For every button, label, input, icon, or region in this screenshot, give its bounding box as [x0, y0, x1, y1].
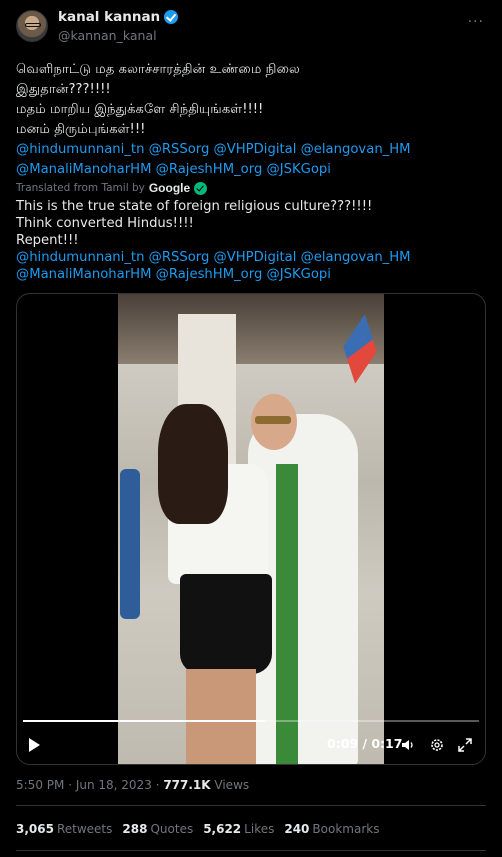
- likes-label: Likes: [244, 822, 275, 836]
- tweet-meta: 5:50 PM · Jun 18, 2023 · 777.1K Views: [16, 778, 249, 792]
- video-progress-fill: [23, 720, 265, 722]
- bookmarks-stat[interactable]: 240 Bookmarks: [284, 822, 379, 836]
- mentions-line[interactable]: @hindumunnani_tn @RSSorg @VHPDigital @el…: [16, 249, 486, 266]
- tweet-line: மனம் திரும்புங்கள்!!!: [16, 122, 146, 137]
- video-scene-dancer-hair: [158, 404, 228, 524]
- verified-badge-icon: [164, 10, 179, 24]
- quotes-stat[interactable]: 288 Quotes: [122, 822, 193, 836]
- retweets-label: Retweets: [56, 822, 113, 836]
- play-icon[interactable]: [29, 738, 40, 752]
- retweets-stat[interactable]: 3,065 Retweets: [16, 822, 112, 836]
- video-frame[interactable]: [118, 294, 384, 764]
- video-scene-background-person: [120, 469, 140, 619]
- views-label: Views: [214, 778, 250, 792]
- bookmarks-count: 240: [284, 822, 310, 836]
- translated-line: This is the true state of foreign religi…: [16, 199, 373, 214]
- engagement-stats: 3,065 Retweets 288 Quotes 5,622 Likes 240 Bo…: [16, 822, 379, 836]
- bookmarks-label: Bookmarks: [312, 822, 380, 836]
- views-count: 777.1K: [163, 778, 211, 792]
- video-scene-stole: [276, 464, 298, 764]
- divider: [16, 805, 486, 806]
- video-scene-priest-glasses: [255, 416, 291, 424]
- more-options-icon[interactable]: ···: [468, 14, 484, 30]
- tweet-header: kanal kannan @kannan_kanal ···: [16, 8, 486, 48]
- tweet-line: மதம் மாறிய இந்துக்களே சிந்தியுங்கள்!!!!: [16, 102, 264, 117]
- likes-count: 5,622: [203, 822, 242, 836]
- settings-gear-icon[interactable]: [430, 738, 444, 752]
- divider: [16, 850, 486, 851]
- google-logo: Google: [148, 181, 191, 195]
- tweet-time[interactable]: 5:50 PM: [16, 778, 64, 792]
- tweet-line: இதுதான்???!!!!: [16, 82, 111, 97]
- quotes-count: 288: [122, 822, 148, 836]
- translated-line: Repent!!!: [16, 233, 79, 248]
- video-scene-dancer-skirt: [180, 574, 272, 674]
- video-scene-ceiling: [118, 294, 384, 364]
- video-player[interactable]: 0:09 / 0:17: [16, 293, 486, 765]
- avatar-glasses: [25, 23, 41, 27]
- author-handle[interactable]: @kannan_kanal: [58, 28, 157, 43]
- author-name[interactable]: kanal kannan: [58, 9, 160, 25]
- translated-line: Think converted Hindus!!!!: [16, 216, 194, 231]
- meta-separator: ·: [68, 778, 76, 792]
- volume-icon[interactable]: [401, 738, 415, 752]
- quotes-label: Quotes: [150, 822, 194, 836]
- mentions-line[interactable]: @ManaliManoharHM @RajeshHM_org @JSKGopi: [16, 266, 486, 283]
- translation-check-icon: [194, 181, 208, 195]
- tweet-date[interactable]: Jun 18, 2023: [76, 778, 152, 792]
- mentions-line[interactable]: @hindumunnani_tn @RSSorg @VHPDigital @el…: [16, 140, 486, 160]
- avatar[interactable]: [16, 10, 48, 42]
- video-scene-dancer-legs: [186, 669, 256, 764]
- video-time: 0:09 / 0:17: [327, 736, 403, 751]
- fullscreen-icon[interactable]: [458, 738, 472, 752]
- tweet-text-translated: This is the true state of foreign religi…: [16, 198, 486, 283]
- translation-attribution[interactable]: Translated from Tamil by Google: [16, 181, 208, 195]
- likes-stat[interactable]: 5,622 Likes: [203, 822, 274, 836]
- retweets-count: 3,065: [16, 822, 54, 836]
- tweet-text-original: வெளிநாட்டு மத கலாச்சாரத்தின் உண்மை நிலை …: [16, 60, 486, 180]
- mentions-line[interactable]: @ManaliManoharHM @RajeshHM_org @JSKGopi: [16, 160, 486, 180]
- author-name-row[interactable]: kanal kannan: [58, 9, 179, 25]
- video-progress-bar[interactable]: [23, 720, 479, 722]
- tweet-line: வெளிநாட்டு மத கலாச்சாரத்தின் உண்மை நிலை: [16, 62, 300, 77]
- translated-label: Translated from Tamil by: [16, 182, 145, 194]
